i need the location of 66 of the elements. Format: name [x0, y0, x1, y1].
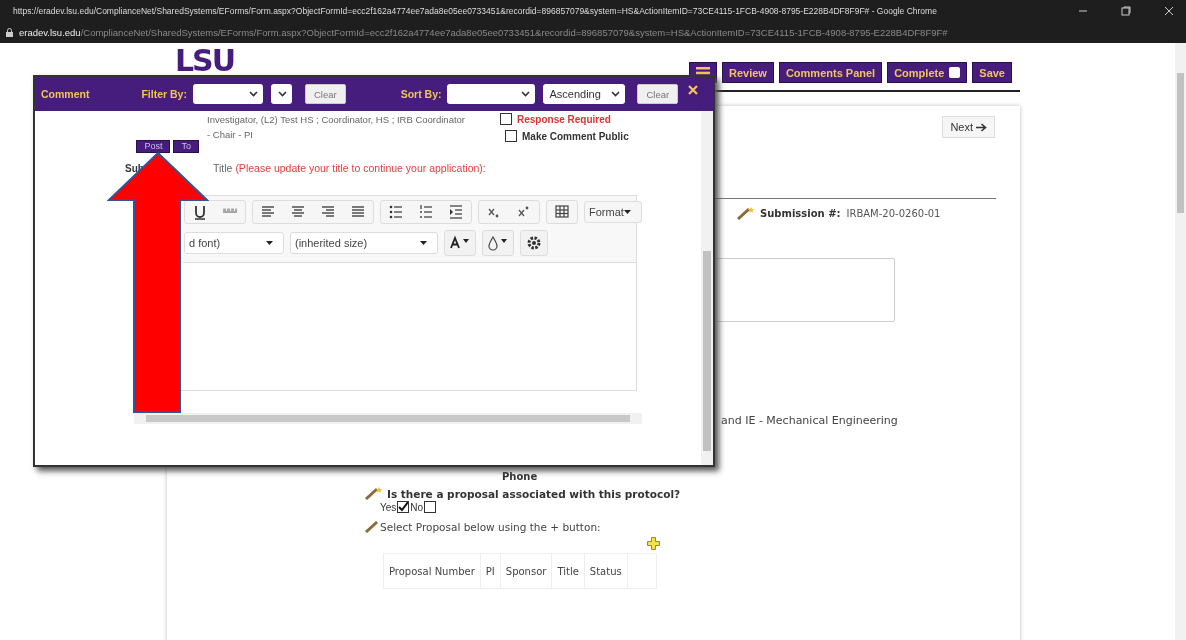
horizontal-scrollbar[interactable]	[134, 413, 642, 424]
filter-label: Filter By:	[141, 88, 187, 100]
complete-checkbox[interactable]	[949, 67, 961, 78]
clear-button[interactable]: Clear	[304, 84, 346, 104]
caret-icon	[420, 241, 427, 245]
clear-button[interactable]: Clear	[637, 84, 679, 104]
column-header: Title	[552, 554, 585, 588]
chevron-down-icon	[248, 91, 258, 97]
sort-order-dropdown[interactable]: Ascending	[543, 84, 626, 104]
post-button[interactable]: Post	[136, 140, 171, 153]
submission-number: IRBAM-20-0260-01	[846, 207, 941, 219]
checkbox[interactable]	[500, 113, 512, 125]
sort-dropdown[interactable]	[447, 84, 536, 104]
pencil-icon	[737, 206, 757, 220]
save-button[interactable]: Save	[972, 62, 1012, 83]
window-title: https://eradev.lsu.edu/ComplianceNet/SharedSystems/EForms/Form.aspx?ObjectFormId=ecc2f162a4774ee7ada8e05ee0733451&recordid=896857079&system=HS&ActionItemID=73CE4115-1FCB-4908-8795-E228B4DF8F9F# - Google Chrome	[13, 6, 937, 16]
arrow-right-icon	[976, 122, 987, 132]
column-header: Sponsor	[500, 554, 553, 588]
close-icon[interactable]	[688, 85, 699, 95]
dialog-scrollbar[interactable]	[701, 111, 713, 465]
checkbox-label: Make Comment Public	[522, 130, 629, 142]
plus-icon[interactable]	[647, 537, 660, 550]
text-color-icon[interactable]	[444, 230, 476, 256]
page-scrollbar[interactable]	[1175, 43, 1186, 640]
option-label: Yes	[380, 501, 397, 513]
pencil-icon	[365, 519, 379, 533]
chevron-down-icon	[521, 91, 531, 97]
submission-label: Submission #:	[760, 207, 841, 219]
option-label: No	[410, 501, 424, 513]
format-dropdown[interactable]: Format	[584, 201, 642, 223]
background-color-icon[interactable]	[482, 230, 514, 256]
size-dropdown[interactable]: (inherited size)	[290, 232, 438, 254]
lock-icon	[6, 27, 13, 37]
restore-icon[interactable]	[1121, 6, 1131, 16]
caret-icon	[266, 241, 273, 245]
dialog-title: Comment	[41, 88, 90, 100]
caret-icon	[623, 210, 631, 214]
instruction-text: Select Proposal below using the + button:	[380, 521, 601, 533]
chevron-down-icon	[277, 91, 287, 97]
review-button[interactable]: Review	[722, 62, 774, 83]
logo: LSU	[175, 46, 235, 76]
question-text: Is there a proposal associated with this protocol?	[387, 488, 681, 500]
column-header: PI	[480, 554, 501, 588]
phone-label: Phone	[502, 471, 539, 482]
pencil-icon	[365, 486, 385, 500]
chevron-down-icon	[611, 91, 621, 97]
close-icon[interactable]	[1164, 6, 1174, 16]
settings-icon[interactable]	[520, 230, 548, 256]
column-header: Status	[584, 554, 628, 588]
filter-dropdown[interactable]	[270, 84, 292, 104]
font-dropdown[interactable]: d font)	[184, 232, 284, 254]
checkbox[interactable]	[505, 130, 517, 142]
column-header: Proposal Number	[384, 554, 481, 588]
comments-panel-button[interactable]: Comments Panel	[778, 62, 883, 83]
title-label: Title (Please update your title to continue your application):	[213, 162, 486, 174]
recipients-text: Investigator, (L2) Test HS ; Coordinator, HS ; IRB Coordinator - Chair - PI	[207, 113, 467, 142]
sort-label: Sort By:	[400, 88, 442, 100]
to-button[interactable]: To	[173, 140, 199, 153]
address-bar[interactable]: eradev.lsu.edu/ComplianceNet/SharedSystems/EForms/Form.aspx?ObjectFormId=ecc2f162a4774ee7ada8e05ee0733451&recordid=896857079&system=HS&ActionItemID=73CE4115-1FCB-4908-8795-E228B4DF8F9F#	[19, 26, 948, 38]
next-button[interactable]: Next	[942, 116, 995, 138]
complete-label: Complete	[894, 66, 945, 79]
department-text: and IE - Mechanical Engineering	[721, 414, 899, 427]
checkbox[interactable]	[397, 501, 410, 513]
checkbox-label: Response Required	[517, 113, 611, 125]
filter-dropdown[interactable]	[192, 84, 263, 104]
checkbox[interactable]	[424, 501, 437, 513]
